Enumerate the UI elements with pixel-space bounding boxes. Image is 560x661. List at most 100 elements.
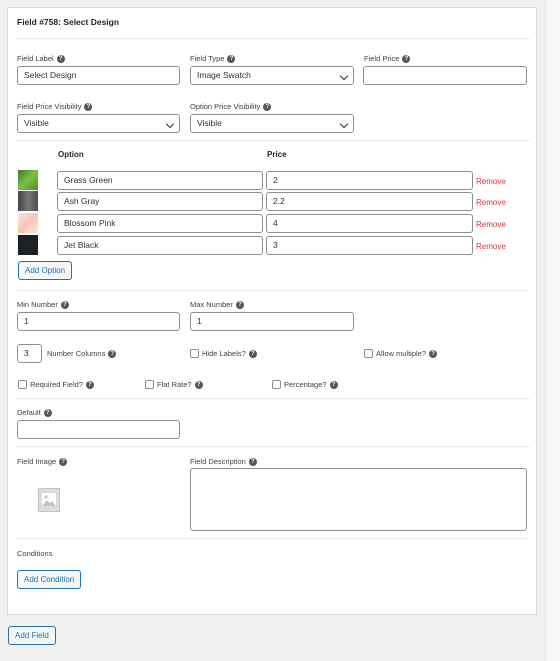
- allow-multiple-text: Allow multiple?: [376, 349, 427, 358]
- help-icon[interactable]: ?: [108, 349, 117, 358]
- allow-multiple-option: Allow multiple? ?: [364, 349, 438, 358]
- field-image-label: Field Image ?: [17, 457, 68, 466]
- add-field-button[interactable]: Add Field: [8, 626, 56, 645]
- remove-option-link[interactable]: Remove: [476, 198, 506, 207]
- add-option-button[interactable]: Add Option: [18, 261, 73, 280]
- field-price-visibility-label: Field Price Visibility ?: [17, 102, 93, 111]
- field-label-label: Field Label ?: [17, 54, 65, 63]
- option-price-visibility-label: Option Price Visibility ?: [190, 102, 272, 111]
- hide-labels-text: Hide Labels?: [202, 349, 246, 358]
- remove-option-link[interactable]: Remove: [476, 242, 506, 251]
- help-icon[interactable]: ?: [402, 54, 411, 63]
- divider: [16, 446, 530, 447]
- field-image-text: Field Image: [17, 457, 57, 466]
- option-name-input[interactable]: Jet Black: [57, 236, 263, 255]
- min-number-label: Min Number ?: [17, 300, 69, 309]
- option-price-visibility-text: Option Price Visibility: [190, 102, 261, 111]
- max-number-text: Max Number: [190, 300, 233, 309]
- side-scroll-area: [545, 0, 560, 661]
- option-price-input[interactable]: 2.2: [266, 192, 473, 211]
- add-condition-button[interactable]: Add Condition: [17, 570, 82, 589]
- divider: [16, 538, 530, 539]
- divider: [16, 140, 530, 141]
- field-price-text: Field Price: [364, 54, 400, 63]
- field-title: Field #758: Select Design: [17, 17, 120, 27]
- default-text: Default: [17, 408, 41, 417]
- image-placeholder-icon[interactable]: [38, 488, 60, 512]
- field-type-value: Image Swatch: [197, 70, 251, 80]
- field-price-input[interactable]: [363, 66, 527, 85]
- number-columns-input[interactable]: 3: [17, 344, 42, 363]
- chevron-down-icon: [339, 119, 349, 129]
- help-icon[interactable]: ?: [194, 380, 203, 389]
- option-price-input[interactable]: 2: [266, 171, 473, 190]
- field-price-visibility-select[interactable]: Visible: [17, 114, 180, 133]
- field-type-text: Field Type: [190, 54, 225, 63]
- flat-rate-checkbox[interactable]: [145, 380, 154, 389]
- help-icon[interactable]: ?: [248, 457, 257, 466]
- price-column-header: Price: [267, 150, 287, 159]
- field-type-label: Field Type ?: [190, 54, 236, 63]
- field-type-select[interactable]: Image Swatch: [190, 66, 354, 85]
- swatch-image[interactable]: [18, 191, 38, 211]
- field-description-textarea[interactable]: [190, 468, 527, 531]
- help-icon[interactable]: ?: [84, 102, 93, 111]
- option-name-input[interactable]: Ash Gray: [57, 192, 263, 211]
- chevron-down-icon: [339, 71, 349, 81]
- hide-labels-option: Hide Labels? ?: [190, 349, 257, 358]
- field-price-visibility-text: Field Price Visibility: [17, 102, 82, 111]
- min-number-text: Min Number: [17, 300, 58, 309]
- conditions-label: Conditions: [17, 549, 53, 558]
- required-field-option: Required Field? ?: [18, 380, 94, 389]
- option-price-input[interactable]: 4: [266, 214, 473, 233]
- chevron-down-icon: [165, 119, 175, 129]
- flat-rate-text: Flat Rate?: [157, 380, 192, 389]
- swatch-image[interactable]: [18, 235, 38, 255]
- swatch-image[interactable]: [18, 170, 38, 190]
- help-icon[interactable]: ?: [60, 300, 69, 309]
- option-name-input[interactable]: Blossom Pink: [57, 214, 263, 233]
- help-icon[interactable]: ?: [227, 54, 236, 63]
- divider: [16, 398, 530, 399]
- flat-rate-option: Flat Rate? ?: [145, 380, 203, 389]
- divider: [16, 290, 530, 291]
- option-price-input[interactable]: 3: [266, 236, 473, 255]
- number-columns-text: Number Columns: [47, 349, 106, 358]
- swatch-image[interactable]: [18, 213, 38, 233]
- field-description-label: Field Description ?: [190, 457, 257, 466]
- percentage-checkbox[interactable]: [272, 380, 281, 389]
- min-number-input[interactable]: 1: [17, 312, 180, 331]
- field-price-visibility-value: Visible: [24, 118, 49, 128]
- default-input[interactable]: [17, 420, 180, 439]
- remove-option-link[interactable]: Remove: [476, 220, 506, 229]
- number-columns-label: Number Columns ?: [47, 349, 117, 358]
- allow-multiple-checkbox[interactable]: [364, 349, 373, 358]
- required-field-checkbox[interactable]: [18, 380, 27, 389]
- max-number-input[interactable]: 1: [190, 312, 354, 331]
- percentage-text: Percentage?: [284, 380, 327, 389]
- help-icon[interactable]: ?: [263, 102, 272, 111]
- help-icon[interactable]: ?: [59, 457, 68, 466]
- hide-labels-checkbox[interactable]: [190, 349, 199, 358]
- required-field-text: Required Field?: [30, 380, 83, 389]
- help-icon[interactable]: ?: [248, 349, 257, 358]
- option-column-header: Option: [58, 150, 84, 159]
- remove-option-link[interactable]: Remove: [476, 177, 506, 186]
- max-number-label: Max Number ?: [190, 300, 244, 309]
- field-label-text: Field Label: [17, 54, 54, 63]
- option-price-visibility-select[interactable]: Visible: [190, 114, 354, 133]
- help-icon[interactable]: ?: [85, 380, 94, 389]
- divider: [16, 38, 530, 39]
- option-name-input[interactable]: Grass Green: [57, 171, 263, 190]
- field-price-label: Field Price ?: [364, 54, 411, 63]
- option-price-visibility-value: Visible: [197, 118, 222, 128]
- percentage-option: Percentage? ?: [272, 380, 338, 389]
- help-icon[interactable]: ?: [43, 408, 52, 417]
- help-icon[interactable]: ?: [329, 380, 338, 389]
- field-description-text: Field Description: [190, 457, 246, 466]
- field-label-input[interactable]: Select Design: [17, 66, 180, 85]
- help-icon[interactable]: ?: [235, 300, 244, 309]
- help-icon[interactable]: ?: [56, 54, 65, 63]
- help-icon[interactable]: ?: [429, 349, 438, 358]
- default-label: Default ?: [17, 408, 52, 417]
